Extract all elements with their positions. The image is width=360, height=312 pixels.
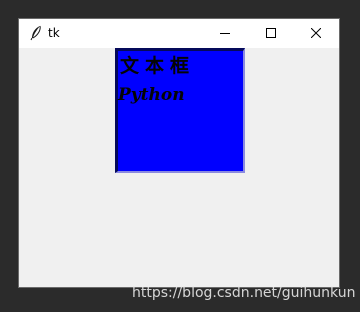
canvas-text-python: Python (118, 85, 185, 105)
text-canvas[interactable]: 文本框 Python (115, 48, 245, 173)
title-bar[interactable]: tk (19, 19, 339, 48)
close-icon (311, 28, 321, 38)
maximize-button[interactable] (248, 19, 294, 48)
feather-icon (29, 25, 43, 41)
minimize-icon (220, 33, 230, 34)
window-title: tk (48, 26, 60, 40)
canvas-text-chinese: 文本框 (120, 55, 196, 77)
close-button[interactable] (293, 19, 339, 48)
minimize-button[interactable] (202, 19, 248, 48)
maximize-icon (266, 28, 276, 38)
tk-window: tk 文本框 Python (18, 18, 340, 288)
watermark-url: https://blog.csdn.net/guihunkun (132, 285, 356, 301)
